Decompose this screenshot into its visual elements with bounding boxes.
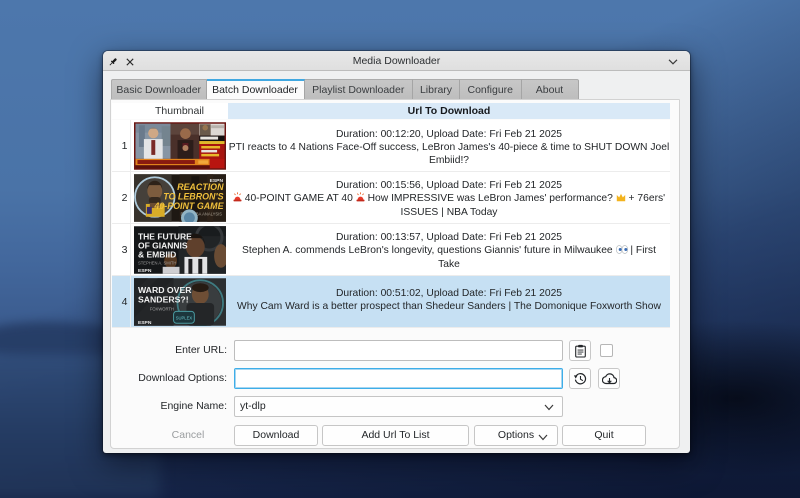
svg-text:SUPLEX: SUPLEX (176, 315, 193, 320)
svg-text:STEPHEN A. SMITH: STEPHEN A. SMITH (138, 260, 176, 265)
svg-text:ESPN: ESPN (138, 267, 152, 273)
svg-text:40-POINT GAME: 40-POINT GAME (153, 200, 224, 210)
svg-text:SANDERS?!: SANDERS?! (138, 294, 189, 304)
svg-text:& EMBIID: & EMBIID (138, 249, 176, 259)
svg-text:ESPN: ESPN (138, 319, 152, 325)
svg-text:FOXWORTH: FOXWORTH (150, 306, 174, 311)
